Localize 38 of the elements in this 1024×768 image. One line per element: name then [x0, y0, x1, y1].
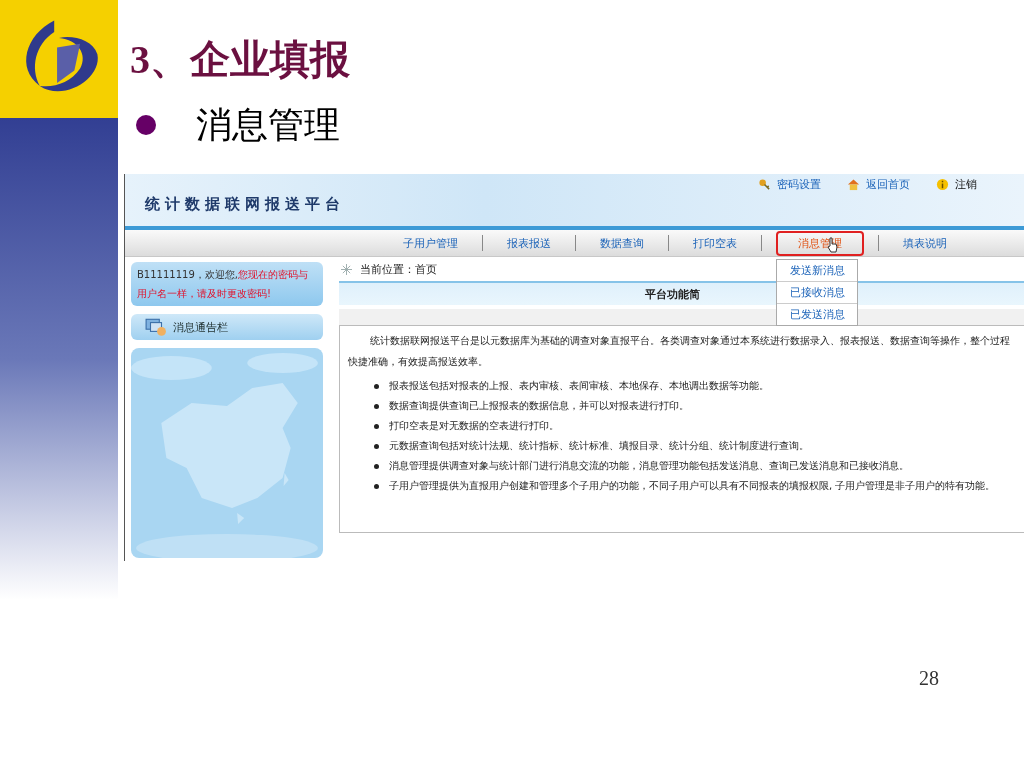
welcome-message: B11111119，欢迎您,您现在的密码与用户名一样，请及时更改密码!	[131, 262, 323, 306]
bullet-icon	[374, 444, 379, 449]
page-number: 28	[919, 667, 939, 690]
feature-text: 报表报送包括对报表的上报、表内审核、表间审核、本地保存、本地调出数据等功能。	[389, 379, 770, 393]
sparkle-icon	[341, 263, 352, 275]
nav-tab[interactable]: 数据查询	[590, 230, 654, 256]
bullet-icon	[374, 424, 379, 429]
feature-text: 数据查询提供查询已上报报表的数据信息，并可以对报表进行打印。	[389, 399, 690, 413]
bullet-icon	[374, 464, 379, 469]
top-link[interactable]: 返回首页	[847, 176, 910, 192]
nav-tab[interactable]: 报表报送	[497, 230, 561, 256]
nav-tab[interactable]: 打印空表	[683, 230, 747, 256]
nav-tab[interactable]: 子用户管理	[393, 230, 468, 256]
bullet-icon	[136, 115, 156, 135]
menu-item[interactable]: 已接收消息	[777, 281, 857, 304]
slide-title: 3、企业填报	[130, 36, 351, 84]
bullet-icon	[374, 384, 379, 389]
section-title: 平台功能简	[645, 286, 700, 302]
breadcrumb: 当前位置：首页	[360, 261, 437, 277]
notice-bar[interactable]: 消息通告栏	[131, 314, 323, 340]
app-title: 统计数据联网报送平台	[145, 195, 346, 214]
feature-text: 元数据查询包括对统计法规、统计指标、统计标准、填报目录、统计分组、统计制度进行查询。	[389, 439, 810, 453]
bullet-text: 消息管理	[196, 102, 340, 147]
nav-tab[interactable]: 填表说明	[893, 230, 957, 256]
feature-text: 子用户管理提供为直报用户创建和管理多个子用户的功能，不同子用户可以具有不同报表的填报权限, 子用户管理是非子用户的特有功能。	[389, 479, 997, 493]
menu-item[interactable]: 已发送消息	[777, 303, 857, 325]
bullet-icon	[374, 404, 379, 409]
monitor-icon	[145, 317, 167, 337]
feature-text: 打印空表是对无数据的空表进行打印。	[389, 419, 560, 433]
key-icon	[758, 177, 771, 191]
bullet-icon	[374, 484, 379, 489]
feature-text: 消息管理提供调查对象与统计部门进行消息交流的功能，消息管理功能包括发送消息、查询已发送消息和已接收消息。	[389, 459, 910, 473]
info-icon	[936, 177, 949, 191]
home-icon	[847, 177, 860, 191]
top-link[interactable]: 注销	[936, 176, 977, 192]
intro-paragraph: 统计数据联网报送平台是以元数据库为基础的调查对象直报平台。各类调查对象通过本系统进行数据录入、报表报送、数据查询等操作，整个过程快捷准确，有效提高报送效率。	[348, 334, 1011, 369]
menu-item[interactable]: 发送新消息	[777, 259, 857, 282]
top-link[interactable]: 密码设置	[758, 176, 821, 192]
